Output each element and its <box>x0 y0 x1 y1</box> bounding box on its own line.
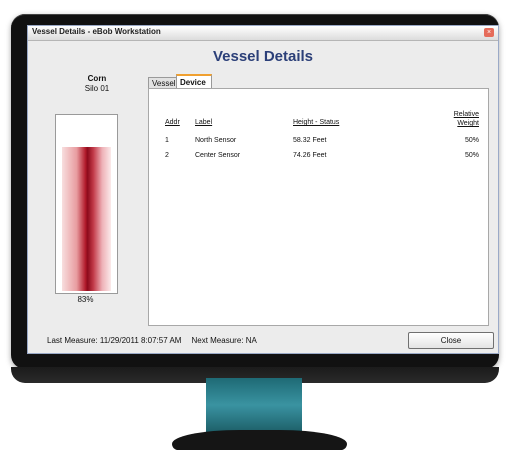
column-header-weight-line2: Weight <box>457 120 479 127</box>
column-header-addr[interactable]: Addr <box>165 119 180 126</box>
silo-level-percent: 83% <box>77 295 94 304</box>
page-title: Vessel Details <box>212 48 314 65</box>
table-cell-weight: 50% <box>464 137 479 144</box>
table-cell-height: 58.32 Feet <box>293 137 327 144</box>
table-cell-weight: 50% <box>464 152 479 159</box>
measure-status: Last Measure: 11/29/2011 8:07:57 AM Next … <box>47 336 257 345</box>
column-header-label[interactable]: Label <box>195 119 212 126</box>
title-bar[interactable]: Vessel Details - eBob Workstation × <box>28 26 498 41</box>
silo-level-fill <box>62 147 111 291</box>
silo-level-gauge <box>55 114 118 294</box>
silo-identifier: Silo 01 <box>84 84 110 93</box>
table-cell-addr: 2 <box>165 152 169 159</box>
monitor-stand-base <box>172 430 347 450</box>
column-header-relative-weight[interactable]: Relative Weight <box>449 110 479 128</box>
monitor-stand-neck <box>206 378 302 432</box>
last-measure-text: Last Measure: 11/29/2011 8:07:57 AM <box>47 336 182 345</box>
column-header-weight-line1: Relative <box>453 111 479 118</box>
table-cell-label: Center Sensor <box>195 152 241 159</box>
table-cell-addr: 1 <box>165 137 169 144</box>
vessel-details-window: Vessel Details - eBob Workstation × Vess… <box>27 25 499 354</box>
silo-material-name: Corn <box>87 74 107 83</box>
table-cell-label: North Sensor <box>195 137 237 144</box>
table-cell-height: 74.26 Feet <box>293 152 327 159</box>
close-icon[interactable]: × <box>484 28 494 37</box>
close-button[interactable]: Close <box>408 332 494 349</box>
column-header-height-status[interactable]: Height - Status <box>293 119 339 126</box>
next-measure-text: Next Measure: NA <box>191 336 257 345</box>
window-title: Vessel Details - eBob Workstation <box>32 27 161 36</box>
device-tab-panel: Addr Label Height - Status Relative Weig… <box>148 88 489 326</box>
